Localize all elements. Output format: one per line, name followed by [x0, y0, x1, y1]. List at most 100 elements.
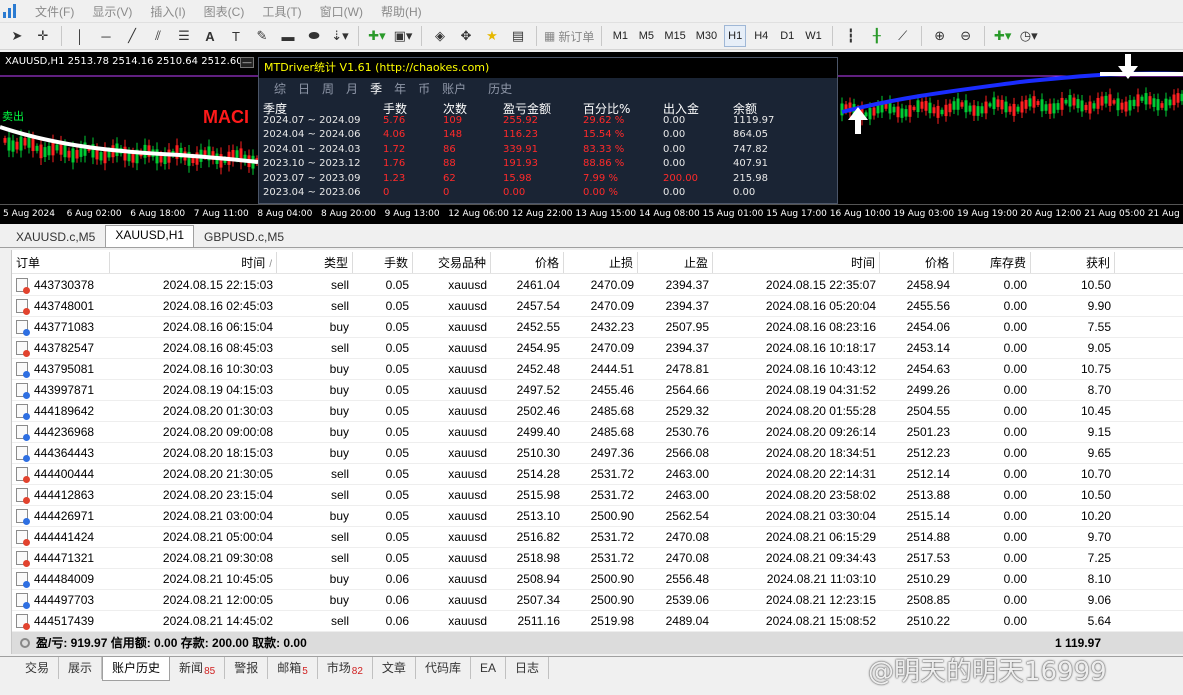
chart-tab[interactable]: GBPUSD.c,M5	[194, 227, 294, 247]
terminal-tab[interactable]: 日志	[506, 657, 549, 679]
rectangle-icon[interactable]: ▬	[277, 25, 299, 47]
stats-tab[interactable]: 日	[298, 80, 310, 97]
horizontal-line-icon[interactable]: ─	[95, 25, 117, 47]
table-row[interactable]: 443748001 2024.08.16 02:45:03 sell 0.05 xauu…	[12, 296, 1183, 317]
market-watch-icon[interactable]: ◈	[429, 25, 451, 47]
timeframe-h4-button[interactable]: H4	[750, 25, 772, 47]
menu-item[interactable]: 帮助(H)	[372, 3, 431, 20]
timeframe-m30-button[interactable]: M30	[693, 25, 720, 47]
equidistant-channel-icon[interactable]: ⫽	[147, 25, 169, 47]
table-row[interactable]: 444517439 2024.08.21 14:45:02 sell 0.06 xauu…	[12, 611, 1183, 632]
favorites-icon[interactable]: ★	[481, 25, 503, 47]
table-row[interactable]: 443997871 2024.08.19 04:15:03 buy 0.05 xauus…	[12, 380, 1183, 401]
timeframe-m15-button[interactable]: M15	[661, 25, 688, 47]
table-row[interactable]: 444441424 2024.08.21 05:00:04 sell 0.05 xauu…	[12, 527, 1183, 548]
table-row[interactable]: 444426971 2024.08.21 03:00:04 buy 0.05 xauus…	[12, 506, 1183, 527]
zoom-out-icon[interactable]: ⊖	[955, 25, 977, 47]
menu-item[interactable]: 插入(I)	[141, 3, 194, 20]
column-header[interactable]: 获利	[1031, 252, 1115, 273]
terminal-tab[interactable]: 警报	[225, 657, 269, 679]
column-header[interactable]: 订单	[12, 252, 110, 273]
stats-tab[interactable]: 历史	[488, 80, 512, 97]
table-cell: 2485.68	[590, 425, 634, 439]
text-tool-icon[interactable]: A	[199, 25, 221, 47]
stats-tab[interactable]: 周	[322, 80, 334, 97]
stats-tab[interactable]: 账户	[442, 80, 466, 97]
column-header[interactable]: 类型	[277, 252, 353, 273]
terminal-tab[interactable]: EA	[471, 657, 506, 679]
bar-chart-icon[interactable]: ┇	[840, 25, 862, 47]
terminal-panel: 订单 时间 / 类型 手数 交易品种 价格 止损 止盈 时间 价格 库存费 获利 443730378 20…	[0, 250, 1183, 654]
indicators-icon[interactable]: ✚▾	[992, 25, 1014, 47]
column-header[interactable]: 止损	[564, 252, 638, 273]
menu-item[interactable]: 工具(T)	[253, 3, 310, 20]
menu-item[interactable]: 窗口(W)	[311, 3, 372, 20]
stats-tab[interactable]: 季	[370, 80, 382, 97]
menu-item[interactable]: 图表(C)	[195, 3, 254, 20]
terminal-tab[interactable]: 代码库	[416, 657, 471, 679]
table-row[interactable]: 444364443 2024.08.20 18:15:03 buy 0.05 xauus…	[12, 443, 1183, 464]
timeframe-m1-button[interactable]: M1	[609, 25, 631, 47]
terminal-tab[interactable]: 新闻85	[170, 657, 226, 679]
periodicity-icon[interactable]: ◷▾	[1018, 25, 1040, 47]
trendline-icon[interactable]: ╱	[121, 25, 143, 47]
terminal-tab[interactable]: 文章	[373, 657, 416, 679]
table-row[interactable]: 443771083 2024.08.16 06:15:04 buy 0.05 xauus…	[12, 317, 1183, 338]
terminal-tab[interactable]: 交易	[16, 657, 60, 679]
terminal-tab[interactable]: 账户历史	[102, 657, 171, 681]
price-chart[interactable]: XAUUSD,H1 2513.78 2514.16 2510.64 2512.6…	[0, 52, 1183, 224]
new-order-button[interactable]: ▦ 新订单	[544, 25, 594, 47]
chart-tab[interactable]: XAUUSD,H1	[105, 225, 195, 247]
chart-tab[interactable]: XAUUSD.c,M5	[6, 227, 105, 247]
text-label-icon[interactable]: T	[225, 25, 247, 47]
terminal-tab[interactable]: 邮箱5	[268, 657, 318, 679]
table-row[interactable]: 444236968 2024.08.20 09:00:08 buy 0.05 xauus…	[12, 422, 1183, 443]
crosshair-tool-icon[interactable]: ✛	[32, 25, 54, 47]
stats-tab[interactable]: 币	[418, 80, 430, 97]
table-row[interactable]: 444412863 2024.08.20 23:15:04 sell 0.05 xauu…	[12, 485, 1183, 506]
ellipse-icon[interactable]: ⬬	[303, 25, 325, 47]
table-row[interactable]: 444471321 2024.08.21 09:30:08 sell 0.05 xauu…	[12, 548, 1183, 569]
timeframe-m5-button[interactable]: M5	[635, 25, 657, 47]
column-header[interactable]: 库存费	[954, 252, 1031, 273]
timeframe-h1-button[interactable]: H1	[724, 25, 747, 47]
arrows-icon[interactable]: ⇣▾	[329, 25, 351, 47]
profiles-icon[interactable]: ▣▾	[392, 25, 414, 47]
column-header[interactable]: 价格	[491, 252, 564, 273]
terminal-side-strip[interactable]	[0, 250, 12, 654]
zoom-in-icon[interactable]: ⊕	[929, 25, 951, 47]
fibonacci-icon[interactable]: ☰	[173, 25, 195, 47]
timeframe-w1-button[interactable]: W1	[802, 25, 825, 47]
line-chart-icon[interactable]: ⟋	[892, 25, 914, 47]
column-header[interactable]: 时间	[713, 252, 880, 273]
stats-tab[interactable]: 月	[346, 80, 358, 97]
terminal-tab[interactable]: 市场82	[318, 657, 373, 679]
table-row[interactable]: 443782547 2024.08.16 08:45:03 sell 0.05 xauu…	[12, 338, 1183, 359]
table-row[interactable]: 444400444 2024.08.20 21:30:05 sell 0.05 xauu…	[12, 464, 1183, 485]
vertical-line-icon[interactable]: │	[69, 25, 91, 47]
table-row[interactable]: 443795081 2024.08.16 10:30:03 buy 0.05 xauus…	[12, 359, 1183, 380]
timeframe-d1-button[interactable]: D1	[776, 25, 798, 47]
table-row[interactable]: 443730378 2024.08.15 22:15:03 sell 0.05 xauu…	[12, 275, 1183, 296]
column-header[interactable]: 时间 /	[110, 252, 277, 273]
terminal-icon[interactable]: ▤	[507, 25, 529, 47]
terminal-tab[interactable]: 展示	[59, 657, 103, 679]
panel-minimize-button[interactable]: —	[240, 57, 254, 68]
navigator-icon[interactable]: ✥	[455, 25, 477, 47]
table-cell: 2470.09	[590, 299, 634, 313]
stats-tab[interactable]: 年	[394, 80, 406, 97]
table-row[interactable]: 444189642 2024.08.20 01:30:03 buy 0.05 xauus…	[12, 401, 1183, 422]
column-header[interactable]: 价格	[880, 252, 954, 273]
column-header[interactable]: 止盈	[638, 252, 713, 273]
new-chart-icon[interactable]: ✚▾	[366, 25, 388, 47]
menu-item[interactable]: 文件(F)	[26, 3, 83, 20]
pencil-icon[interactable]: ✎	[251, 25, 273, 47]
candlestick-icon[interactable]: ╂	[866, 25, 888, 47]
menu-item[interactable]: 显示(V)	[83, 3, 141, 20]
cursor-tool-icon[interactable]: ➤	[6, 25, 28, 47]
stats-tab[interactable]: 综	[274, 80, 286, 97]
column-header[interactable]: 交易品种	[413, 252, 491, 273]
table-row[interactable]: 444497703 2024.08.21 12:00:05 buy 0.06 xauus…	[12, 590, 1183, 611]
table-row[interactable]: 444484009 2024.08.21 10:45:05 buy 0.06 xauus…	[12, 569, 1183, 590]
column-header[interactable]: 手数	[353, 252, 413, 273]
